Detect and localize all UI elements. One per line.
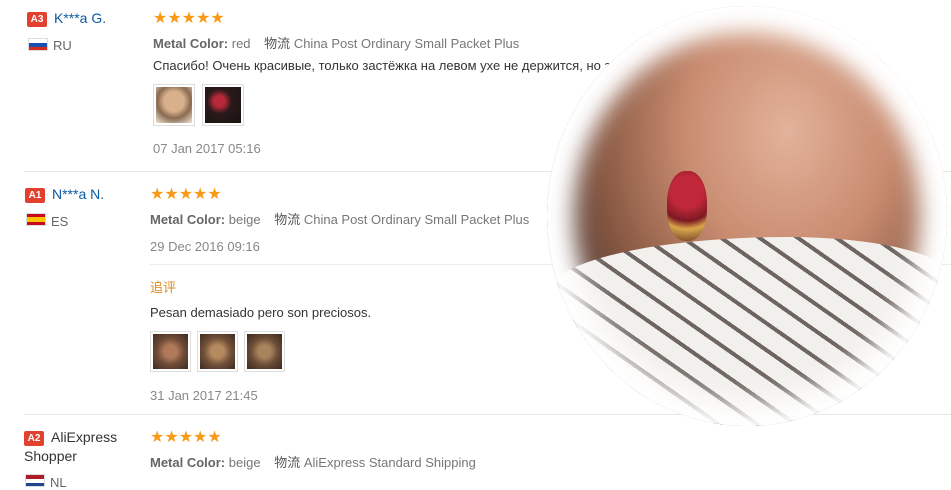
- reviewer-name: AliExpress: [51, 429, 118, 445]
- buyer-level-badge: A1: [25, 188, 45, 203]
- reviewer-country: NL: [50, 475, 67, 490]
- shipping-label: 物流: [274, 455, 301, 470]
- rating-stars: ★★★★★: [150, 429, 222, 446]
- metal-color-label: Metal Color:: [150, 212, 226, 227]
- flag-es-icon: [26, 213, 46, 226]
- reviewer-name-line2: Shopper: [24, 448, 77, 464]
- rating-stars: ★★★★★: [150, 186, 222, 203]
- metal-color-value: red: [231, 36, 251, 51]
- reviewer-country: ES: [51, 214, 69, 229]
- photo-vignette: [547, 6, 947, 426]
- followup-photo-thumbnail[interactable]: [244, 331, 285, 372]
- review-photo-thumbnail[interactable]: [202, 84, 244, 126]
- buyer-level-badge: A3: [27, 12, 47, 27]
- reviewer-name[interactable]: K***a G.: [54, 10, 106, 26]
- flag-nl-icon: [25, 474, 45, 487]
- followup-photo-thumbnail[interactable]: [197, 331, 238, 372]
- review-text: Спасибо! Очень красивые, только застёжка…: [153, 58, 611, 73]
- reviewer-country: RU: [53, 38, 72, 53]
- shipping-method: China Post Ordinary Small Packet Plus: [293, 36, 520, 51]
- metal-color-label: Metal Color:: [150, 455, 226, 470]
- metal-color-value: beige: [228, 455, 261, 470]
- metal-color-label: Metal Color:: [153, 36, 229, 51]
- shipping-method: AliExpress Standard Shipping: [303, 455, 476, 470]
- followup-text: Pesan demasiado pero son preciosos.: [150, 305, 372, 320]
- review-attributes: Metal Color: beige 物流 China Post Ordinar…: [150, 209, 529, 228]
- review-date: 07 Jan 2017 05:16: [153, 141, 261, 156]
- review-date: 29 Dec 2016 09:16: [150, 239, 260, 254]
- review-attributes: Metal Color: beige 物流 AliExpress Standar…: [150, 452, 476, 471]
- metal-color-value: beige: [228, 212, 261, 227]
- review-attributes: Metal Color: red 物流 China Post Ordinary …: [153, 33, 519, 52]
- shipping-label: 物流: [274, 212, 301, 227]
- buyer-level-badge: A2: [24, 431, 44, 446]
- followup-photo-thumbnail[interactable]: [150, 331, 191, 372]
- flag-ru-icon: [28, 38, 48, 51]
- reviewer-name[interactable]: N***a N.: [52, 186, 104, 202]
- followup-label: 追评: [150, 280, 177, 295]
- followup-date: 31 Jan 2017 21:45: [150, 388, 258, 403]
- shipping-label: 物流: [264, 36, 291, 51]
- enlarged-review-photo[interactable]: [547, 6, 947, 426]
- rating-stars: ★★★★★: [153, 10, 225, 27]
- review-photo-thumbnail[interactable]: [153, 84, 195, 126]
- shipping-method: China Post Ordinary Small Packet Plus: [303, 212, 530, 227]
